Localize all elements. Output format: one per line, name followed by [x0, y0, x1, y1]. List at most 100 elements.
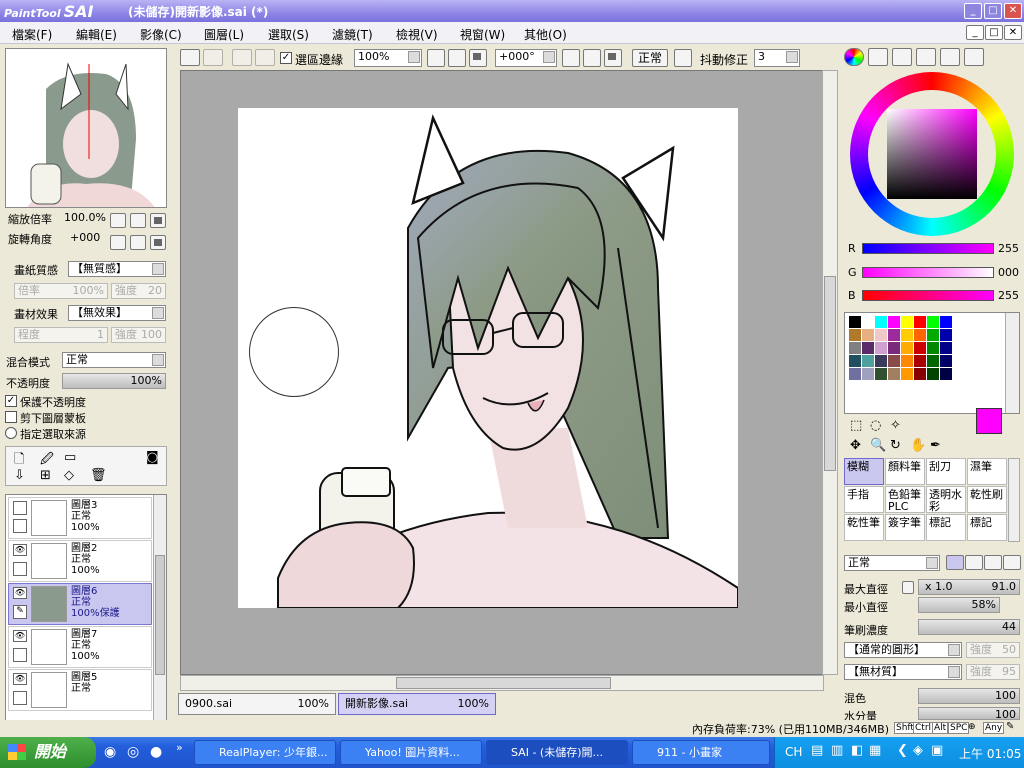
- doc-close-button[interactable]: ✕: [1004, 25, 1022, 40]
- tool-1[interactable]: 顏料筆: [885, 458, 925, 485]
- layer-item[interactable]: 👁 圖層2 正常 100%: [8, 540, 152, 582]
- palette-swatch[interactable]: [940, 329, 952, 341]
- menu-image[interactable]: 影像(C): [140, 26, 182, 43]
- palette-swatch[interactable]: [888, 368, 900, 380]
- tool-11[interactable]: 標記: [967, 514, 1007, 541]
- navigator-preview[interactable]: [5, 48, 167, 208]
- palette-swatch[interactable]: [888, 342, 900, 354]
- canvas-area[interactable]: [180, 70, 824, 675]
- tool-scrollbar[interactable]: [1008, 458, 1020, 542]
- toolbar-zoom-in-button[interactable]: [448, 49, 466, 67]
- layer-item[interactable]: 👁 圖層5 正常: [8, 669, 152, 711]
- palette-swatch[interactable]: [862, 329, 874, 341]
- eyedropper-icon[interactable]: ✒: [930, 438, 941, 453]
- visibility-toggle[interactable]: [13, 501, 27, 515]
- swatch-list-icon[interactable]: [916, 48, 936, 66]
- tray-expand-icon[interactable]: ❮: [897, 743, 908, 758]
- palette-swatch[interactable]: [914, 368, 926, 380]
- b-slider[interactable]: [862, 290, 994, 301]
- quicklaunch-ie-icon[interactable]: ◉: [104, 744, 116, 760]
- palette-swatch[interactable]: [914, 316, 926, 328]
- toolbar-zoom-reset-button[interactable]: [469, 49, 487, 67]
- palette-swatch[interactable]: [914, 329, 926, 341]
- palette-swatch[interactable]: [927, 329, 939, 341]
- palette-swatch[interactable]: [862, 355, 874, 367]
- new-folder-icon[interactable]: ▭: [64, 450, 76, 465]
- primary-color-swatch[interactable]: [976, 408, 1002, 434]
- palette-swatch[interactable]: [875, 342, 887, 354]
- palette-swatch[interactable]: [849, 355, 861, 367]
- palette-swatch[interactable]: [940, 368, 952, 380]
- horizontal-scroll-thumb[interactable]: [396, 677, 611, 689]
- ime-mode-icon[interactable]: ▥: [831, 743, 843, 758]
- r-slider[interactable]: [862, 243, 994, 254]
- tool-2[interactable]: 刮刀: [926, 458, 966, 485]
- effect-select[interactable]: 【無效果】: [68, 305, 166, 321]
- palette-swatch[interactable]: [875, 316, 887, 328]
- tool-6[interactable]: 透明水彩: [926, 486, 966, 513]
- canvas-horizontal-scrollbar[interactable]: [180, 675, 824, 691]
- palette-swatch[interactable]: [875, 355, 887, 367]
- max-diameter-slider[interactable]: x 1.0 91.0: [918, 579, 1020, 595]
- selection-source-checkbox[interactable]: [5, 427, 17, 439]
- maximize-button[interactable]: □: [984, 3, 1002, 19]
- menu-filter[interactable]: 濾鏡(T): [332, 26, 373, 43]
- lasso-icon[interactable]: ◌: [870, 418, 881, 433]
- palette-swatch[interactable]: [901, 368, 913, 380]
- delete-layer-icon[interactable]: 🗑: [90, 468, 107, 483]
- doc-restore-button[interactable]: □: [985, 25, 1003, 40]
- stabilizer-select[interactable]: 3: [754, 49, 800, 67]
- minimize-button[interactable]: _: [964, 3, 982, 19]
- clear-layer-icon[interactable]: ◇: [64, 468, 74, 483]
- layer-scroll-thumb[interactable]: [155, 555, 165, 675]
- tool-4[interactable]: 手指: [844, 486, 884, 513]
- tab-0900[interactable]: 0900.sai 100%: [178, 693, 336, 715]
- task-realplayer[interactable]: RealPlayer: 少年銀...: [194, 740, 336, 765]
- g-slider[interactable]: [862, 267, 994, 278]
- menu-edit[interactable]: 編輯(E): [76, 26, 117, 43]
- min-diameter-slider[interactable]: 58%: [918, 597, 1000, 613]
- hsv-slider-icon[interactable]: [892, 48, 912, 66]
- density-slider[interactable]: 44: [918, 619, 1020, 635]
- brush-shape-hard-icon[interactable]: [946, 555, 964, 570]
- quicklaunch-media-icon[interactable]: ◎: [127, 744, 139, 760]
- menu-layer[interactable]: 圖層(L): [204, 26, 244, 43]
- menu-select[interactable]: 選取(S): [268, 26, 309, 43]
- tray-app-icon[interactable]: ◈: [913, 743, 923, 758]
- vertical-scroll-thumb[interactable]: [824, 276, 836, 471]
- selection-edge-checkbox[interactable]: ✓: [280, 52, 292, 64]
- transfer-down-icon[interactable]: ⇩: [14, 468, 25, 483]
- palette-icon[interactable]: [940, 48, 960, 66]
- eye-icon[interactable]: 👁: [13, 630, 27, 642]
- blend-mode-select[interactable]: 正常: [62, 352, 166, 368]
- merge-down-icon[interactable]: ⊞: [40, 468, 51, 483]
- quicklaunch-firefox-icon[interactable]: ●: [150, 744, 162, 760]
- edit-toggle[interactable]: [13, 562, 27, 576]
- palette-swatch[interactable]: [901, 316, 913, 328]
- select-rect-icon[interactable]: ⬚: [850, 418, 862, 433]
- layer-item-active[interactable]: 👁 ✎ 圖層6 正常 100%保護: [8, 583, 152, 625]
- rotate-right-button[interactable]: [130, 235, 146, 250]
- edit-toggle[interactable]: [13, 648, 27, 662]
- palette-swatch[interactable]: [927, 368, 939, 380]
- scratchpad-icon[interactable]: [964, 48, 984, 66]
- rotate-cw-button[interactable]: [583, 49, 601, 67]
- magic-wand-icon[interactable]: ✧: [890, 418, 901, 433]
- tab-new-image[interactable]: 開新影像.sai 100%: [338, 693, 496, 715]
- preserve-opacity-checkbox[interactable]: ✓: [5, 395, 17, 407]
- color-palette[interactable]: [844, 312, 1020, 414]
- palette-swatch[interactable]: [862, 342, 874, 354]
- palette-swatch[interactable]: [914, 355, 926, 367]
- zoom-in-button[interactable]: [130, 213, 146, 228]
- texture-select[interactable]: 【無質感】: [68, 261, 166, 277]
- palette-swatch[interactable]: [849, 329, 861, 341]
- palette-swatch[interactable]: [862, 368, 874, 380]
- start-button[interactable]: 開始: [0, 737, 96, 768]
- tool-0[interactable]: 模糊: [844, 458, 884, 485]
- palette-swatch[interactable]: [927, 355, 939, 367]
- tool-7[interactable]: 乾性刷: [967, 486, 1007, 513]
- ime-options-icon[interactable]: ▦: [869, 743, 881, 758]
- palette-swatch[interactable]: [888, 329, 900, 341]
- hand-icon[interactable]: ✋: [910, 438, 926, 453]
- undo-button[interactable]: [180, 49, 200, 66]
